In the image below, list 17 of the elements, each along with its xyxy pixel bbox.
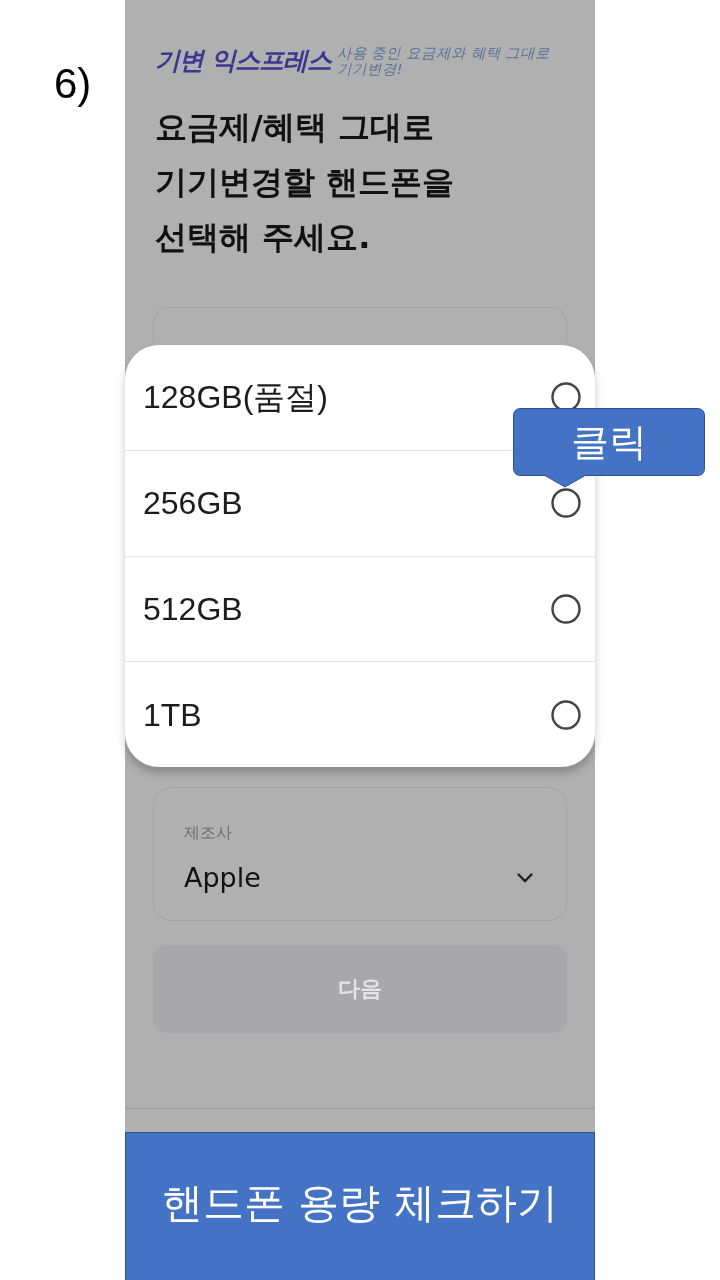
- chevron-down-icon: [517, 873, 533, 883]
- tagline-text: 사용 중인 요금제와 혜택 그대로 기기변경!: [336, 45, 551, 77]
- radio-button[interactable]: [551, 593, 581, 624]
- banner: 핸드폰 용량 체크하기: [125, 1132, 595, 1280]
- option-label[interactable]: 256GB: [143, 483, 243, 524]
- option-label[interactable]: 1TB: [143, 694, 202, 735]
- option-label[interactable]: 128GB(품절): [143, 377, 328, 418]
- click-callout: 클릭: [513, 408, 705, 488]
- option-label[interactable]: 512GB: [143, 588, 243, 629]
- manufacturer-select[interactable]: 제조사 Apple: [153, 787, 567, 921]
- page-heading: 요금제/혜택 그대로 기기변경할 핸드폰을 선택해 주세요.: [155, 107, 456, 258]
- logo-text: 기변 익스프레스: [155, 45, 331, 77]
- radio-button[interactable]: [551, 488, 581, 519]
- radio-button[interactable]: [551, 699, 581, 730]
- step-label: 6): [54, 60, 92, 108]
- field-label: 제조사: [184, 822, 232, 844]
- field-value: Apple: [184, 861, 261, 895]
